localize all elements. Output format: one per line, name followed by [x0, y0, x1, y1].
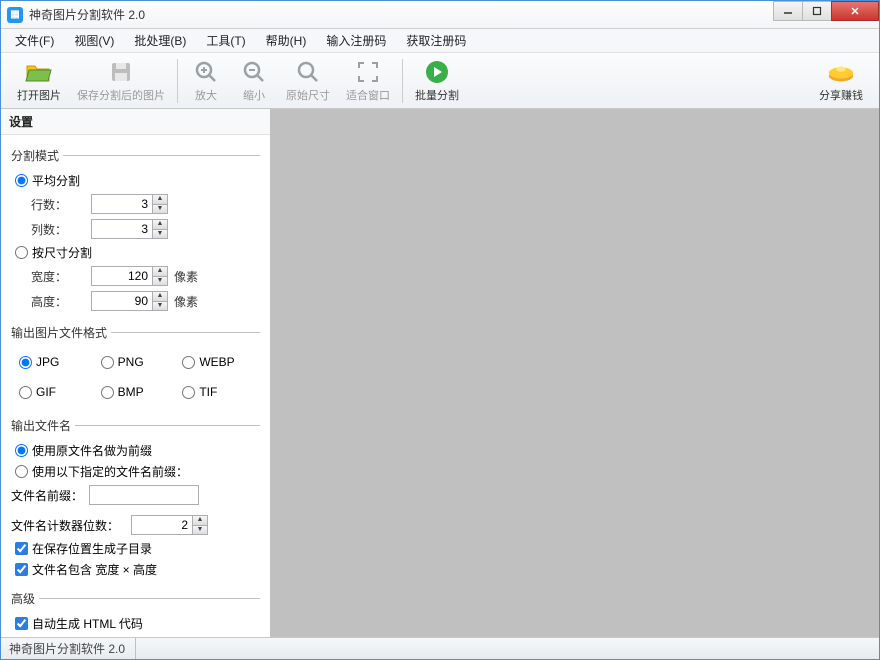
zoom-out-button[interactable]: 缩小 [232, 56, 276, 105]
menu-tools[interactable]: 工具(T) [196, 29, 255, 52]
actual-size-button[interactable]: 原始尺寸 [280, 56, 336, 105]
height-unit: 像素 [174, 293, 198, 310]
format-webp-radio[interactable] [182, 356, 195, 369]
menu-register[interactable]: 输入注册码 [316, 29, 396, 52]
advanced-group: 高级 自动生成 HTML 代码 [11, 590, 260, 636]
menu-batch[interactable]: 批处理(B) [124, 29, 196, 52]
use-original-radio[interactable] [15, 444, 28, 457]
zoom-in-button[interactable]: 放大 [184, 56, 228, 105]
cols-input[interactable] [91, 219, 153, 239]
counter-label: 文件名计数器位数： [11, 517, 131, 534]
cols-spinner[interactable]: ▲▼ [91, 219, 168, 239]
format-jpg-radio[interactable] [19, 356, 32, 369]
create-subdir-checkbox[interactable] [15, 542, 28, 555]
format-png-radio[interactable] [101, 356, 114, 369]
height-input[interactable] [91, 291, 153, 311]
avg-split-label: 平均分割 [32, 172, 80, 189]
format-bmp-radio[interactable] [101, 386, 114, 399]
output-format-group: 输出图片文件格式 JPG PNG WEBP GIF BMP TIF [11, 324, 260, 409]
play-icon [423, 58, 451, 86]
gold-ingot-icon [827, 58, 855, 86]
toolbar-separator [177, 59, 178, 103]
titlebar: ▦ 神奇图片分割软件 2.0 [1, 1, 879, 29]
rows-input[interactable] [91, 194, 153, 214]
fit-icon [354, 58, 382, 86]
sidebar-header: 设置 [1, 109, 270, 135]
prefix-label: 文件名前缀： [11, 487, 83, 504]
format-tif-radio[interactable] [182, 386, 195, 399]
settings-sidebar: 设置 分割模式 平均分割 行数： ▲▼ [1, 109, 271, 637]
spin-up[interactable]: ▲ [153, 195, 167, 204]
menu-file[interactable]: 文件(F) [5, 29, 64, 52]
spin-down[interactable]: ▼ [153, 301, 167, 310]
spin-down[interactable]: ▼ [193, 525, 207, 534]
batch-split-button[interactable]: 批量分割 [409, 56, 465, 105]
menu-get-code[interactable]: 获取注册码 [396, 29, 476, 52]
counter-input[interactable] [131, 515, 193, 535]
counter-spinner[interactable]: ▲▼ [131, 515, 208, 535]
save-icon [107, 58, 135, 86]
cols-label: 列数： [31, 221, 91, 238]
maximize-button[interactable] [802, 1, 832, 21]
height-spinner[interactable]: ▲▼ [91, 291, 168, 311]
split-mode-group: 分割模式 平均分割 行数： ▲▼ [11, 147, 260, 316]
status-text: 神奇图片分割软件 2.0 [9, 638, 136, 659]
image-canvas [271, 109, 879, 637]
spin-up[interactable]: ▲ [153, 267, 167, 276]
magnifier-icon [294, 58, 322, 86]
spin-up[interactable]: ▲ [153, 220, 167, 229]
content-area: 设置 分割模式 平均分割 行数： ▲▼ [1, 109, 879, 637]
use-custom-radio[interactable] [15, 465, 28, 478]
toolbar-separator [402, 59, 403, 103]
share-button[interactable]: 分享赚钱 [813, 56, 869, 105]
zoom-out-icon [240, 58, 268, 86]
fit-window-button[interactable]: 适合窗口 [340, 56, 396, 105]
height-label: 高度： [31, 293, 91, 310]
toolbar: 打开图片 保存分割后的图片 放大 缩小 原始尺寸 适合窗口 批量分割 [1, 53, 879, 109]
output-filename-legend: 输出文件名 [11, 417, 75, 434]
size-split-label: 按尺寸分割 [32, 244, 92, 261]
app-window: ▦ 神奇图片分割软件 2.0 文件(F) 视图(V) 批处理(B) 工具(T) … [0, 0, 880, 660]
folder-open-icon [25, 58, 53, 86]
gen-html-checkbox[interactable] [15, 617, 28, 630]
app-icon: ▦ [7, 7, 23, 23]
include-wh-checkbox[interactable] [15, 563, 28, 576]
menu-view[interactable]: 视图(V) [64, 29, 124, 52]
spin-up[interactable]: ▲ [193, 516, 207, 525]
width-input[interactable] [91, 266, 153, 286]
open-image-button[interactable]: 打开图片 [11, 56, 67, 105]
menu-help[interactable]: 帮助(H) [256, 29, 317, 52]
split-mode-legend: 分割模式 [11, 147, 63, 164]
output-format-legend: 输出图片文件格式 [11, 324, 111, 341]
menubar: 文件(F) 视图(V) 批处理(B) 工具(T) 帮助(H) 输入注册码 获取注… [1, 29, 879, 53]
format-gif-radio[interactable] [19, 386, 32, 399]
spin-down[interactable]: ▼ [153, 276, 167, 285]
width-label: 宽度： [31, 268, 91, 285]
prefix-input[interactable] [89, 485, 199, 505]
zoom-in-icon [192, 58, 220, 86]
minimize-button[interactable] [773, 1, 803, 21]
width-unit: 像素 [174, 268, 198, 285]
spin-down[interactable]: ▼ [153, 229, 167, 238]
avg-split-radio[interactable] [15, 174, 28, 187]
output-filename-group: 输出文件名 使用原文件名做为前缀 使用以下指定的文件名前缀： 文件名前缀： 文件… [11, 417, 260, 582]
width-spinner[interactable]: ▲▼ [91, 266, 168, 286]
spin-down[interactable]: ▼ [153, 204, 167, 213]
size-split-radio[interactable] [15, 246, 28, 259]
rows-label: 行数： [31, 196, 91, 213]
close-button[interactable] [831, 1, 879, 21]
spin-up[interactable]: ▲ [153, 292, 167, 301]
save-image-button[interactable]: 保存分割后的图片 [71, 56, 171, 105]
statusbar: 神奇图片分割软件 2.0 [1, 637, 879, 659]
advanced-legend: 高级 [11, 590, 39, 607]
window-controls [774, 1, 879, 28]
rows-spinner[interactable]: ▲▼ [91, 194, 168, 214]
window-title: 神奇图片分割软件 2.0 [29, 6, 774, 23]
